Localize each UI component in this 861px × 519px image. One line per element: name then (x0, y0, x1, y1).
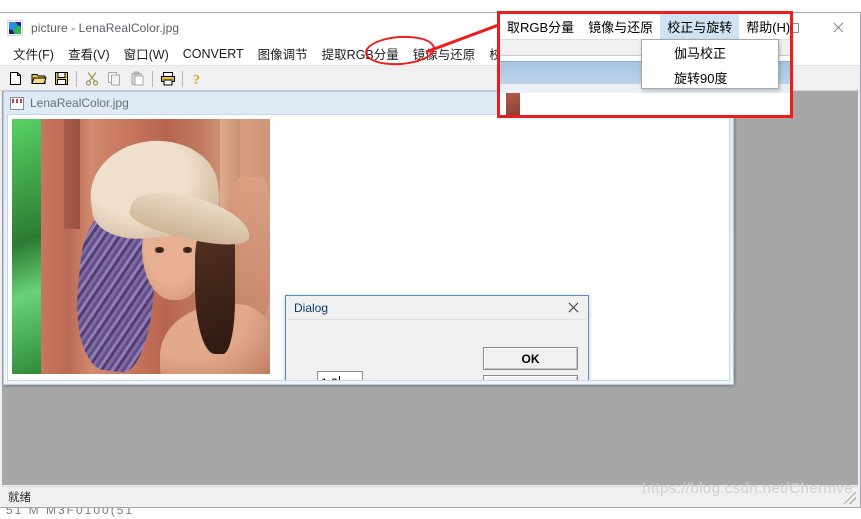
svg-text:?: ? (193, 73, 200, 86)
open-file-button[interactable] (27, 68, 50, 89)
picture-app-icon (7, 19, 23, 36)
menu-item-view[interactable]: 查看(V) (61, 41, 117, 66)
callout-menu-item-extract-rgb[interactable]: 取RGB分量 (500, 14, 581, 40)
watermark-text: https://blog.csdn.net/Chermve (642, 480, 853, 497)
cut-icon (85, 72, 98, 86)
window-title: picture - LenaRealColor.jpg (31, 20, 180, 35)
mdi-child-window: LenaRealColor.jpg Dialog OK (3, 91, 734, 385)
document-icon (10, 96, 24, 110)
gamma-value-text: 1.2 (321, 376, 338, 380)
cancel-button[interactable]: Cancel (483, 375, 578, 380)
open-file-icon (30, 74, 47, 84)
menu-zoom-callout: 取RGB分量 镜像与还原 校正与旋转 帮助(H) 伽马校正 旋转90度 (497, 11, 793, 118)
gamma-input-dialog: Dialog 1.2 请输入0.5-1.5之间的数 OK Cancel (285, 295, 589, 380)
new-file-icon (10, 72, 21, 85)
page-bottom-strip: 51 M M3F0100(51 (0, 508, 861, 519)
callout-menu-item-mirror-restore[interactable]: 镜像与还原 (581, 14, 660, 40)
toolbar-separator-1 (73, 70, 80, 88)
status-text: 就绪 (8, 491, 31, 504)
menu-item-window[interactable]: 窗口(W) (117, 41, 176, 66)
image-green-strip (12, 119, 41, 374)
callout-menubar: 取RGB分量 镜像与还原 校正与旋转 帮助(H) (500, 14, 790, 40)
cut-button[interactable] (80, 68, 103, 89)
copy-icon (108, 72, 120, 86)
callout-image-sliver (506, 93, 520, 115)
dialog-close-button[interactable] (562, 299, 584, 317)
callout-menu-item-correct-rotate[interactable]: 校正与旋转 (660, 14, 740, 40)
close-icon (568, 302, 579, 313)
callout-canvas-strip (500, 93, 790, 115)
help-icon: ? (193, 73, 200, 86)
mdi-child-title: LenaRealColor.jpg (30, 96, 129, 110)
toolbar-separator-3 (179, 70, 186, 88)
save-file-icon (55, 72, 68, 85)
menu-item-file[interactable]: 文件(F) (6, 41, 61, 66)
image-eye-left (154, 247, 165, 253)
new-file-button[interactable] (4, 68, 27, 89)
toolbar-separator-2 (149, 70, 156, 88)
close-button[interactable] (816, 13, 860, 42)
lena-real-color-image (12, 119, 270, 374)
dialog-prompt-label: 请输入0.5-1.5之间的数 (370, 376, 496, 380)
gamma-value-input[interactable]: 1.2 (317, 371, 363, 380)
close-icon (832, 22, 844, 34)
dropdown-item-rotate-90[interactable]: 旋转90度 (642, 65, 778, 90)
screenshot-root: picture - LenaRealColor.jpg 文件(F) 查看(V) … (0, 0, 861, 519)
print-button[interactable] (156, 68, 179, 89)
image-eye-right (182, 247, 193, 253)
copy-button[interactable] (103, 68, 126, 89)
dialog-title: Dialog (294, 300, 329, 315)
dropdown-item-gamma-correction[interactable]: 伽马校正 (642, 40, 778, 65)
paste-icon (131, 71, 144, 86)
dialog-titlebar: Dialog (286, 296, 588, 319)
ok-button[interactable]: OK (483, 347, 578, 370)
menu-item-image-adjust[interactable]: 图像调节 (251, 41, 315, 66)
help-button[interactable]: ? (186, 68, 209, 89)
menu-item-convert[interactable]: CONVERT (176, 44, 251, 64)
mdi-child-body: Dialog 1.2 请输入0.5-1.5之间的数 OK Cancel (7, 114, 730, 381)
menu-item-mirror-restore[interactable]: 镜像与还原 (406, 41, 483, 66)
menu-item-extract-rgb[interactable]: 提取RGB分量 (315, 41, 406, 66)
image-pillar (64, 119, 80, 229)
paste-button[interactable] (126, 68, 149, 89)
correct-rotate-dropdown-menu: 伽马校正 旋转90度 (641, 39, 779, 89)
print-icon (160, 72, 175, 86)
dialog-body: 1.2 请输入0.5-1.5之间的数 OK Cancel (288, 319, 586, 380)
save-file-button[interactable] (50, 68, 73, 89)
text-caret (338, 376, 340, 380)
callout-menu-item-help[interactable]: 帮助(H) (739, 14, 790, 40)
mdi-client-area: LenaRealColor.jpg Dialog OK (2, 91, 858, 485)
bottom-ghost-text: 51 M M3F0100(51 (6, 508, 135, 517)
